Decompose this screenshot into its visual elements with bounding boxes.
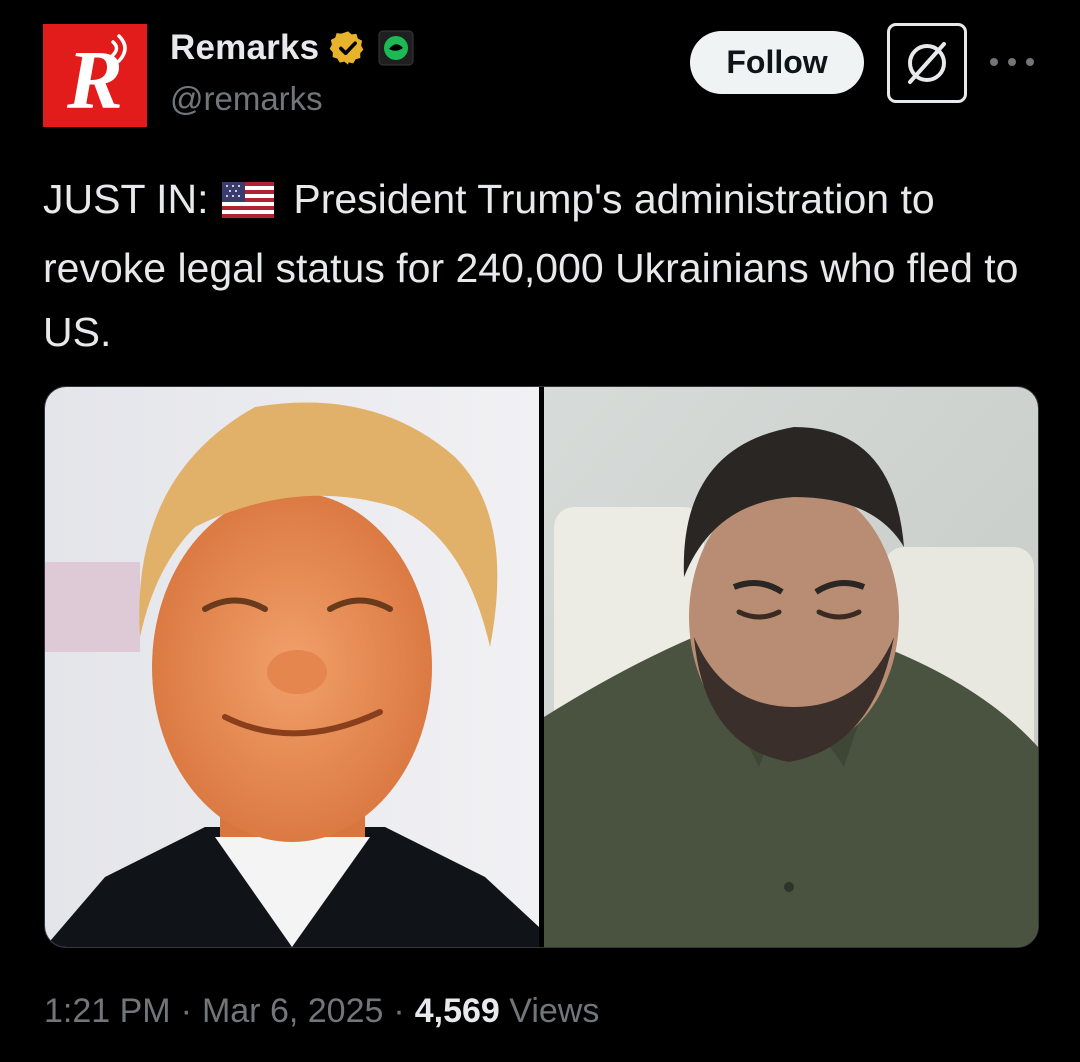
more-options-icon	[990, 58, 998, 66]
meta-separator: ·	[180, 992, 192, 1030]
affiliate-logo-icon[interactable]	[377, 29, 415, 67]
account-handle[interactable]: @remarks	[170, 80, 323, 118]
us-flag-icon	[221, 172, 274, 236]
post-meta: 1:21 PM · Mar 6, 2025 · 4,569 Views	[44, 992, 599, 1031]
post-text: JUST IN: President Trump's administratio…	[43, 167, 1043, 364]
post-time[interactable]: 1:21 PM	[44, 992, 171, 1030]
photo-portrait-smiling	[45, 387, 539, 947]
grok-icon	[908, 42, 946, 84]
media-photo-1[interactable]	[45, 387, 539, 947]
photo-portrait-downcast	[544, 387, 1038, 947]
meta-separator: ·	[393, 992, 405, 1030]
follow-button[interactable]: Follow	[690, 31, 864, 94]
display-name[interactable]: Remarks	[170, 28, 319, 68]
account-name-row: Remarks	[170, 24, 415, 72]
avatar[interactable]: R	[43, 24, 147, 127]
post-date[interactable]: Mar 6, 2025	[202, 992, 383, 1030]
remarks-logo-icon: R	[43, 24, 147, 127]
avatar-letter: R	[66, 34, 123, 127]
media-grid	[44, 386, 1039, 948]
verified-check-icon[interactable]	[329, 29, 367, 67]
more-options-button[interactable]	[990, 50, 1034, 74]
grok-button[interactable]	[887, 23, 967, 103]
views-count: 4,569	[414, 992, 500, 1030]
post-text-prefix: JUST IN:	[43, 176, 209, 222]
views-label: Views	[509, 992, 600, 1030]
media-photo-2[interactable]	[544, 387, 1038, 947]
